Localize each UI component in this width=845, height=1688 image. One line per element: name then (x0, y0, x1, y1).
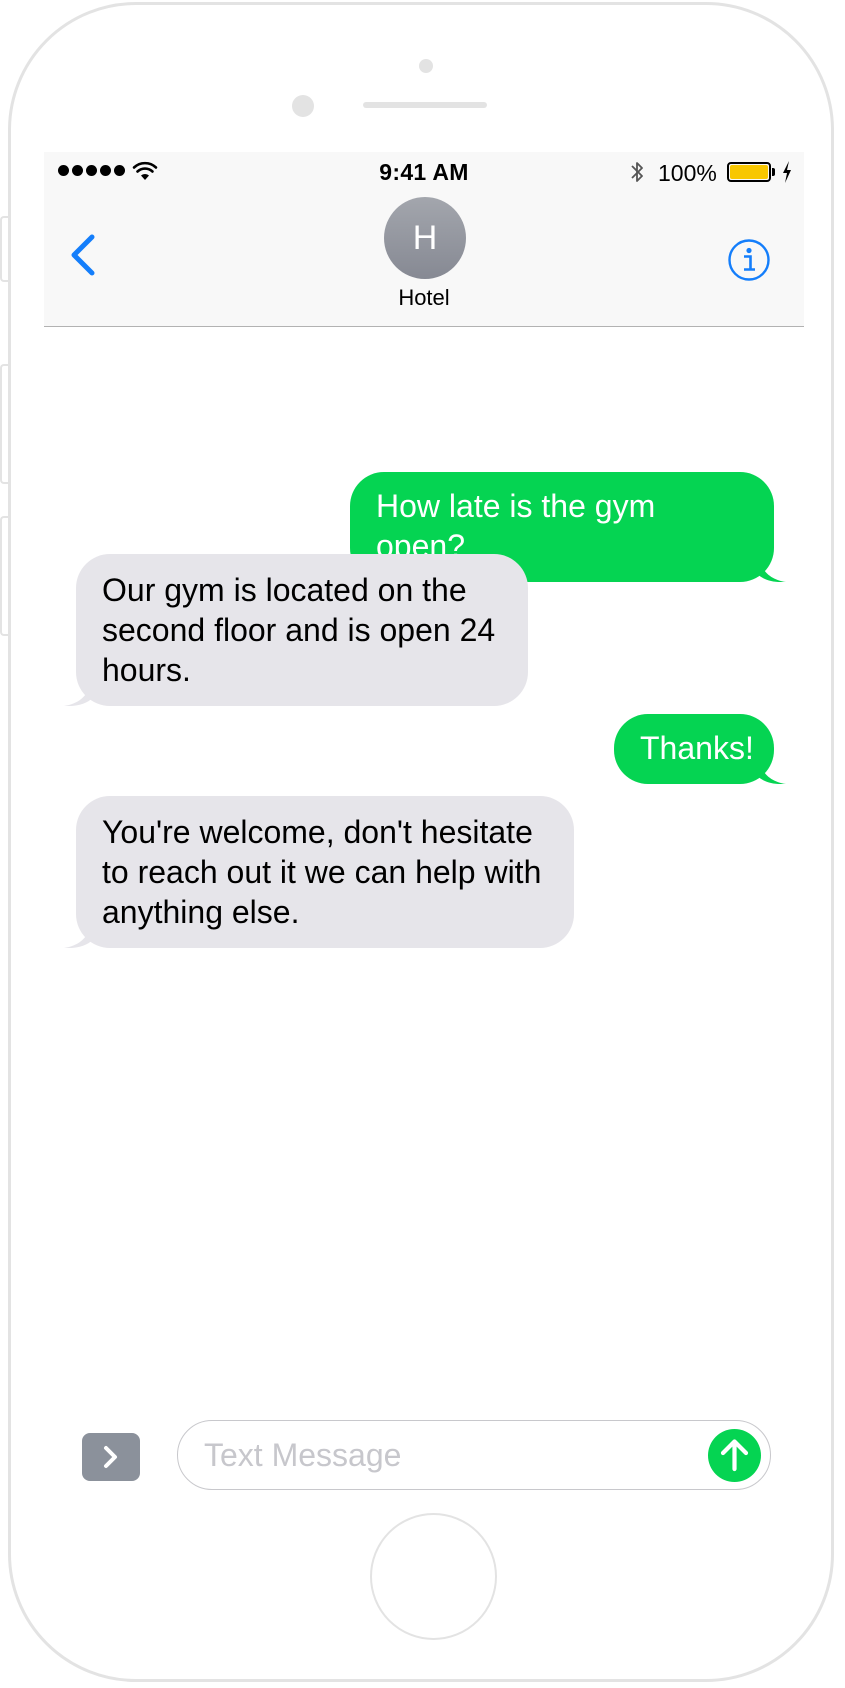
message-thread: How late is the gym open? Our gym is loc… (44, 328, 804, 1328)
info-button[interactable] (727, 238, 771, 282)
apps-button[interactable] (82, 1433, 140, 1481)
message-text: You're welcome, don't hesitate to reach … (102, 814, 542, 930)
home-button[interactable] (370, 1513, 497, 1640)
message-input[interactable] (177, 1420, 771, 1490)
message-bubble-received[interactable]: Our gym is located on the second floor a… (64, 554, 528, 706)
contact-avatar[interactable]: H (384, 197, 466, 279)
chevron-right-icon (104, 1446, 117, 1468)
send-button[interactable] (708, 1429, 761, 1482)
message-composer (44, 1420, 804, 1500)
battery-icon (727, 162, 771, 182)
back-button[interactable] (64, 227, 104, 287)
messages-screen: 9:41 AM 100% H Hotel How late is the gym… (44, 152, 804, 1500)
charging-icon (783, 161, 791, 183)
bubble-tail (64, 684, 94, 706)
contact-name[interactable]: Hotel (44, 285, 804, 311)
message-text: How late is the gym open? (376, 488, 656, 564)
bubble-tail (64, 926, 94, 948)
message-text: Thanks! (640, 730, 754, 766)
battery-percent: 100% (658, 160, 717, 186)
battery-level-fill (730, 165, 768, 179)
message-bubble-received[interactable]: You're welcome, don't hesitate to reach … (64, 796, 574, 948)
status-bar: 9:41 AM 100% (44, 152, 804, 192)
battery-tip (772, 168, 775, 176)
phone-device: 9:41 AM 100% H Hotel How late is the gym… (0, 0, 845, 1688)
bluetooth-icon (631, 162, 643, 182)
info-icon (728, 239, 770, 281)
bubble-tail (756, 560, 786, 582)
chevron-left-icon (71, 234, 95, 276)
message-text: Our gym is located on the second floor a… (102, 572, 496, 688)
proximity-sensor (419, 59, 433, 73)
front-camera (292, 95, 314, 117)
message-bubble-sent[interactable]: Thanks! (614, 714, 786, 784)
earpiece-speaker (363, 102, 487, 108)
arrow-up-icon (720, 1439, 749, 1472)
bubble-tail (756, 762, 786, 784)
conversation-header: H Hotel (44, 192, 804, 327)
